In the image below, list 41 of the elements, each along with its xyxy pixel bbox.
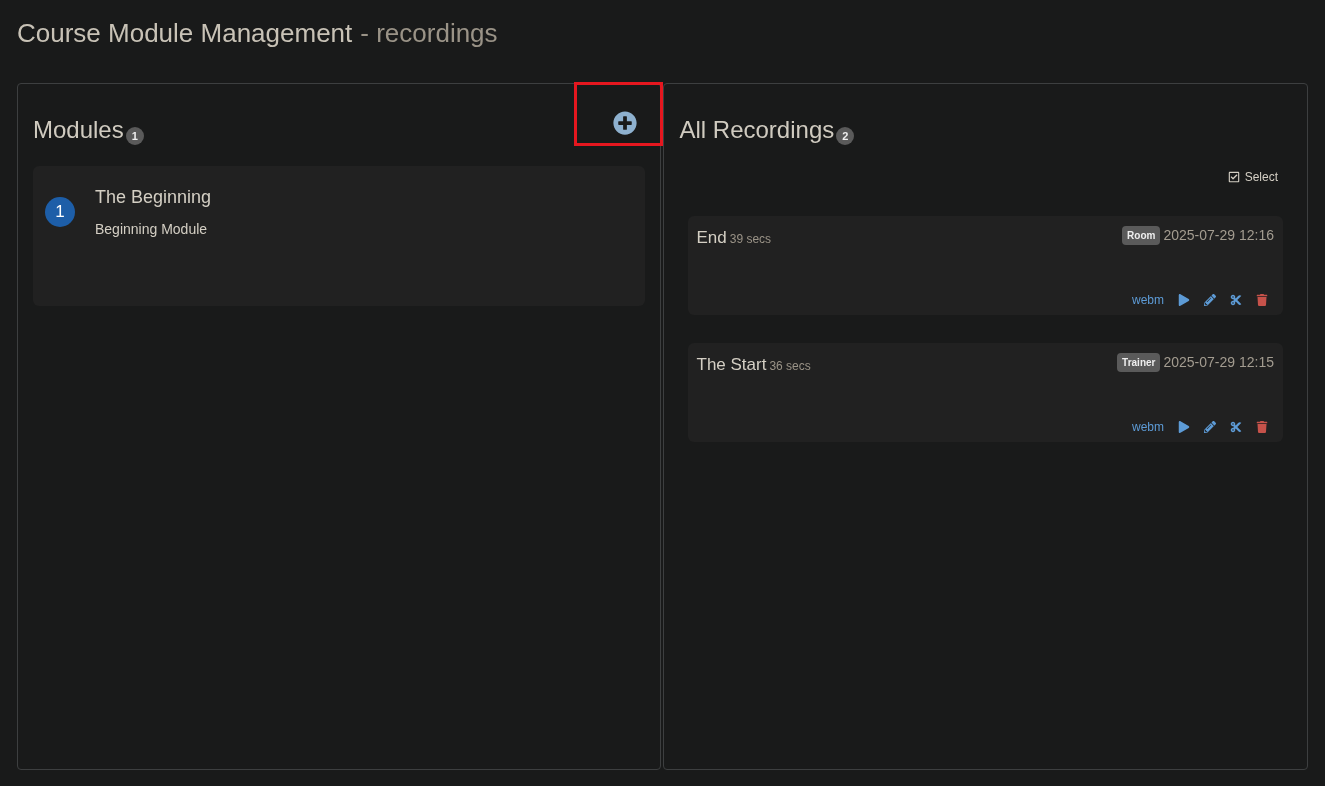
recording-name: End [696,227,727,249]
cut-button[interactable] [1230,421,1242,433]
tag-label: Room [1122,226,1161,245]
format-link[interactable]: webm [1132,418,1164,436]
module-name: The Beginning [95,186,212,209]
panel-title: All Recordings [679,115,835,145]
select-button[interactable]: Select [1227,168,1278,186]
recording-date: 2025-07-29 12:15 [1163,353,1274,372]
trash-icon [1256,421,1268,433]
play-button[interactable] [1178,421,1190,433]
recording-name: The Start [696,354,767,376]
recording-duration: 39 secs [729,231,772,248]
edit-button[interactable] [1204,294,1216,306]
trash-icon [1256,294,1268,306]
delete-button[interactable] [1256,294,1268,306]
recording-duration: 36 secs [769,358,811,375]
count-badge: 2 [836,126,855,145]
scissors-icon [1230,294,1242,306]
panel-title: Modules [33,115,124,145]
tag-label: Trainer [1117,353,1161,372]
delete-button[interactable] [1256,421,1268,433]
add-icon [612,111,637,135]
recording-card[interactable]: The Start 36 secs Trainer 2025-07-29 12:15 webm [687,343,1283,442]
pencil-icon [1204,294,1216,306]
play-button[interactable] [1178,294,1190,306]
page-title: Course Module Management [17,17,353,50]
scissors-icon [1230,421,1242,433]
checkbox-icon [1227,171,1240,183]
module-description: Beginning Module [95,220,209,239]
edit-button[interactable] [1204,421,1216,433]
module-number: 1 [45,197,75,227]
cut-button[interactable] [1230,294,1242,306]
module-card[interactable]: 1 The Beginning Beginning Module [33,166,645,306]
page-subtitle: - recordings [360,17,498,50]
pencil-icon [1204,421,1216,433]
recording-card[interactable]: End 39 secs Room 2025-07-29 12:16 webm [687,216,1283,315]
count-badge: 1 [125,126,144,145]
play-icon [1178,421,1190,433]
play-icon [1178,294,1190,306]
recording-date: 2025-07-29 12:16 [1163,226,1274,245]
format-link[interactable]: webm [1132,291,1164,309]
